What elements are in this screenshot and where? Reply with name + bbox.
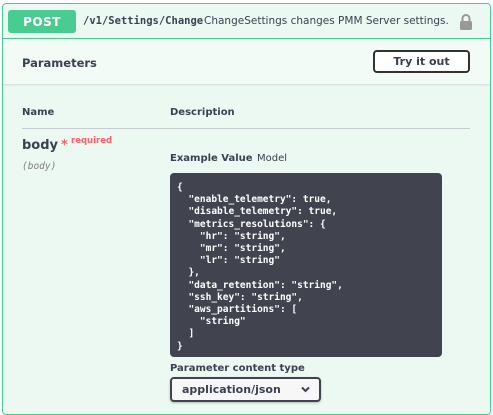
content-type-select[interactable]: application/json — [170, 377, 321, 402]
operation-description: ChangeSettings changes PMM Server settin… — [204, 15, 449, 27]
operation-block: POST /v1/Settings/Change ChangeSettings … — [2, 3, 491, 415]
tab-model[interactable]: Model — [257, 153, 287, 164]
example-json: { "enable_telemetry": true, "disable_tel… — [177, 182, 343, 352]
table-header-divider — [22, 128, 470, 129]
operation-summary[interactable]: POST /v1/Settings/Change ChangeSettings … — [3, 4, 490, 39]
example-value-code[interactable]: { "enable_telemetry": true, "disable_tel… — [170, 173, 442, 357]
content-type-value: application/json — [182, 383, 281, 396]
try-it-out-button[interactable]: Try it out — [373, 50, 470, 73]
column-header-name: Name — [22, 107, 55, 118]
required-label: required — [71, 136, 113, 146]
required-marker: * — [61, 138, 68, 153]
parameters-header: Parameters Try it out — [3, 40, 490, 84]
chevron-down-icon — [301, 386, 310, 393]
lock-icon[interactable] — [459, 13, 473, 31]
parameters-title: Parameters — [22, 56, 97, 70]
column-header-description: Description — [170, 107, 235, 118]
parameter-name: body — [22, 138, 59, 153]
parameter-location: (body) — [22, 161, 57, 172]
content-type-label: Parameter content type — [170, 363, 305, 374]
operation-path: /v1/Settings/Change — [83, 15, 204, 27]
tab-example-value[interactable]: Example Value — [170, 153, 253, 164]
method-badge: POST — [8, 10, 76, 33]
